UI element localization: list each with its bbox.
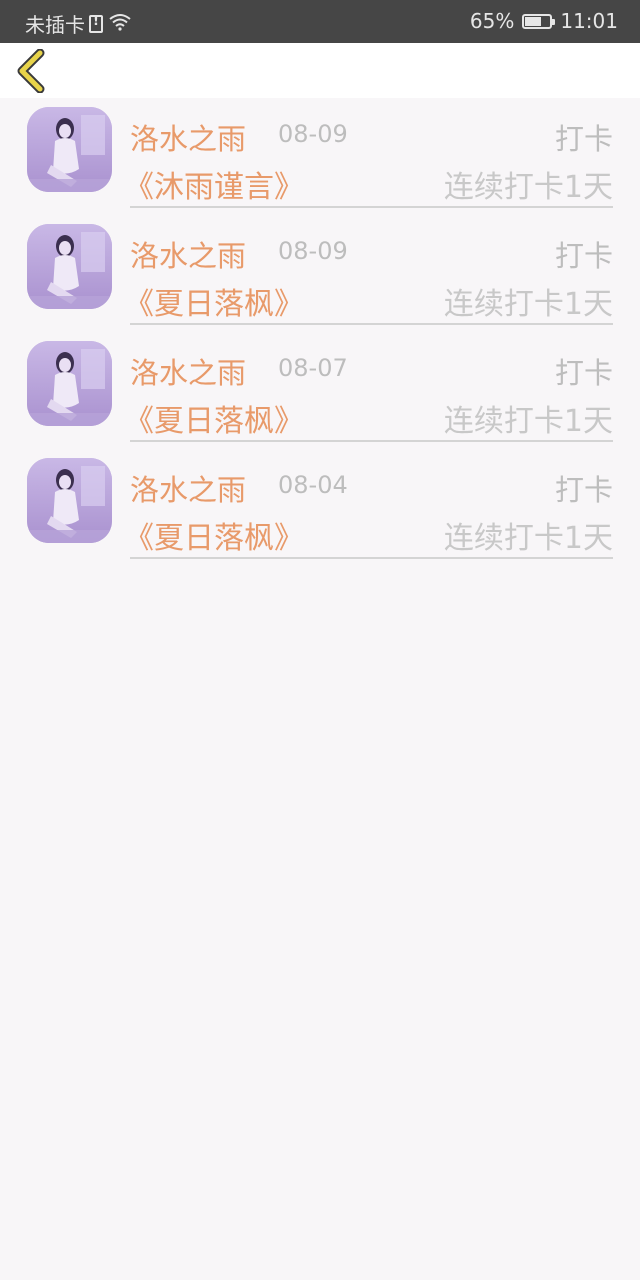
carrier-text: 未插卡 xyxy=(25,13,85,37)
book-title: 《沐雨谨言》 xyxy=(124,170,304,205)
wifi-icon xyxy=(109,12,131,36)
book-title: 《夏日落枫》 xyxy=(124,404,304,439)
avatar xyxy=(27,341,112,426)
sim-alert-icon xyxy=(89,14,103,33)
user-name: 洛水之雨 xyxy=(130,122,247,156)
list-item-content: 洛水之雨 08-04 打卡 《夏日落枫》 连续打卡1天 xyxy=(124,449,613,559)
checkin-date: 08-07 xyxy=(278,354,348,382)
streak-text: 连续打卡1天 xyxy=(443,287,613,322)
battery-icon xyxy=(522,13,556,29)
top-bar xyxy=(0,43,640,98)
checkin-action: 打卡 xyxy=(554,473,613,507)
checkin-date: 08-09 xyxy=(278,120,348,148)
checkin-date: 08-04 xyxy=(278,471,348,499)
checkin-action: 打卡 xyxy=(554,356,613,390)
list-item-content: 洛水之雨 08-07 打卡 《夏日落枫》 连续打卡1天 xyxy=(124,332,613,442)
list-item[interactable]: 洛水之雨 08-09 打卡 《夏日落枫》 连续打卡1天 xyxy=(0,215,640,332)
list-item[interactable]: 洛水之雨 08-09 打卡 《沐雨谨言》 连续打卡1天 xyxy=(0,98,640,215)
book-title: 《夏日落枫》 xyxy=(124,521,304,556)
status-bar: 未插卡 65% 11:01 xyxy=(0,0,640,43)
checkin-action: 打卡 xyxy=(554,122,613,156)
book-title: 《夏日落枫》 xyxy=(124,287,304,322)
status-left: 未插卡 xyxy=(25,9,131,38)
streak-text: 连续打卡1天 xyxy=(443,170,613,205)
user-name: 洛水之雨 xyxy=(130,356,247,390)
avatar-portrait-icon xyxy=(27,341,112,426)
avatar xyxy=(27,107,112,192)
avatar xyxy=(27,224,112,309)
list-item-content: 洛水之雨 08-09 打卡 《夏日落枫》 连续打卡1天 xyxy=(124,215,613,325)
checkin-action: 打卡 xyxy=(554,239,613,273)
avatar-portrait-icon xyxy=(27,224,112,309)
checkin-list: 洛水之雨 08-09 打卡 《沐雨谨言》 连续打卡1天 洛水之雨 08-09 打… xyxy=(0,98,640,566)
status-right: 65% 11:01 xyxy=(470,9,618,33)
back-button[interactable] xyxy=(14,48,54,94)
user-name: 洛水之雨 xyxy=(130,473,247,507)
streak-text: 连续打卡1天 xyxy=(443,521,613,556)
battery-fill xyxy=(525,16,541,26)
clock: 11:01 xyxy=(560,9,618,33)
checkin-date: 08-09 xyxy=(278,237,348,265)
list-item[interactable]: 洛水之雨 08-07 打卡 《夏日落枫》 连续打卡1天 xyxy=(0,332,640,449)
list-item[interactable]: 洛水之雨 08-04 打卡 《夏日落枫》 连续打卡1天 xyxy=(0,449,640,566)
user-name: 洛水之雨 xyxy=(130,239,247,273)
battery-percent: 65% xyxy=(469,9,515,33)
chevron-left-icon xyxy=(17,48,45,94)
avatar-portrait-icon xyxy=(27,107,112,192)
streak-text: 连续打卡1天 xyxy=(443,404,613,439)
avatar-portrait-icon xyxy=(27,458,112,543)
avatar xyxy=(27,458,112,543)
list-item-content: 洛水之雨 08-09 打卡 《沐雨谨言》 连续打卡1天 xyxy=(124,98,613,208)
